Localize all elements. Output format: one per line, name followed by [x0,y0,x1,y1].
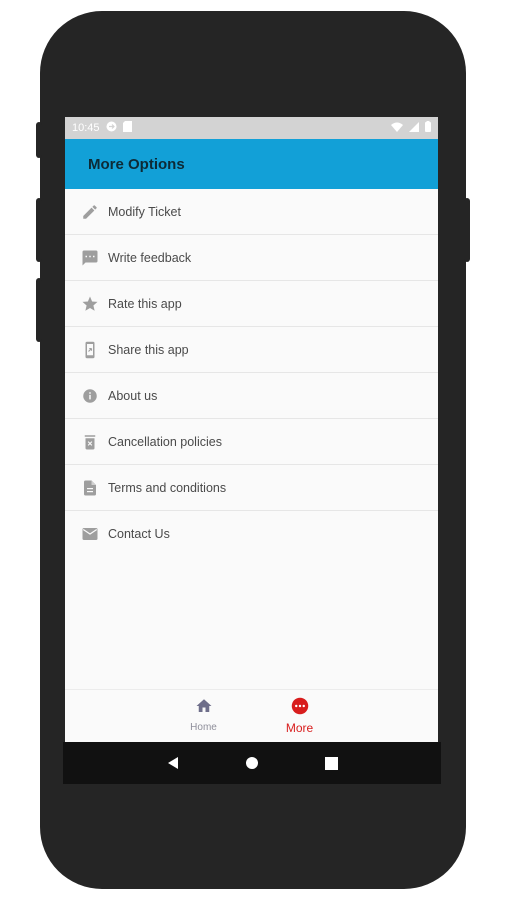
home-circle-icon[interactable] [245,756,259,770]
menu-label: About us [108,388,158,403]
delete-icon [80,432,100,452]
menu-label: Share this app [108,342,189,357]
menu-item-about-us[interactable]: About us [65,373,438,419]
pencil-icon [80,202,100,222]
status-time: 10:45 [72,122,100,134]
menu-item-write-feedback[interactable]: Write feedback [65,235,438,281]
feedback-icon [80,248,100,268]
mail-icon [80,524,100,544]
wifi-icon [391,122,403,135]
app-bar: More Options [65,139,438,189]
signal-icon [409,121,419,135]
star-icon [80,294,100,314]
tab-home[interactable]: Home [181,690,227,742]
options-list: Modify Ticket Write feedback Rate this a… [65,189,438,557]
menu-label: Write feedback [108,250,192,265]
tab-more[interactable]: More [277,690,323,742]
recents-icon[interactable] [325,756,339,770]
phone-side-button-left-3 [36,278,42,342]
menu-item-contact-us[interactable]: Contact Us [65,511,438,557]
menu-label: Modify Ticket [108,204,181,219]
battery-icon [425,121,431,135]
more-icon [291,697,309,720]
menu-label: Terms and conditions [108,480,227,495]
system-nav-bar [63,742,441,784]
menu-item-cancellation-policies[interactable]: Cancellation policies [65,419,438,465]
document-icon [80,478,100,498]
sync-icon [106,121,117,135]
tab-label-home: Home [190,722,217,733]
bottom-nav: Home More [65,689,438,742]
menu-item-rate-app[interactable]: Rate this app [65,281,438,327]
menu-label: Contact Us [108,527,170,541]
info-icon [80,386,100,406]
back-icon[interactable] [166,756,180,770]
phone-side-button-left-2 [36,198,42,262]
menu-label: Cancellation policies [108,434,222,449]
menu-label: Rate this app [108,296,182,311]
phone-side-button-right [464,198,470,262]
page-title: More Options [88,155,185,173]
menu-item-terms-conditions[interactable]: Terms and conditions [65,465,438,511]
screen: 10:45 More Options Modify Ticket Write f… [65,117,438,742]
home-icon [195,697,213,720]
menu-item-share-app[interactable]: Share this app [65,327,438,373]
menu-item-modify-ticket[interactable]: Modify Ticket [65,189,438,235]
phone-side-button-left-1 [36,122,42,158]
tab-label-more: More [285,721,314,735]
sim-card-icon [122,121,132,135]
share-phone-icon [80,340,100,360]
status-bar: 10:45 [65,117,438,139]
